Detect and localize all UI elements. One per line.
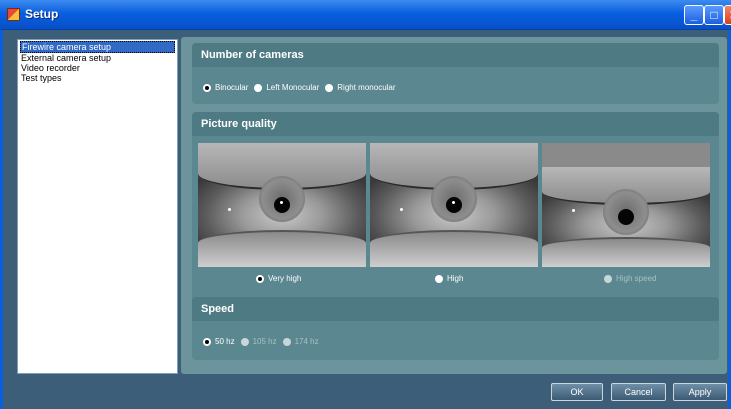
tree-item-test-types[interactable]: Test types xyxy=(20,73,175,83)
ok-button[interactable]: OK xyxy=(551,383,603,401)
binocular-label: Binocular xyxy=(215,83,249,92)
high-preview-image xyxy=(370,143,538,267)
binocular-option[interactable]: Binocular xyxy=(203,83,248,92)
high-radio[interactable] xyxy=(435,274,443,283)
left-monocular-label: Left Monocular xyxy=(266,83,320,92)
app-icon xyxy=(7,8,20,21)
very-high-preview-image xyxy=(198,143,366,267)
speed-174hz-label: 174 hz xyxy=(294,337,319,346)
right-monocular-radio[interactable] xyxy=(325,83,334,92)
tree-item-firewire-camera-setup[interactable]: Firewire camera setup xyxy=(20,41,175,53)
speed-50hz-label: 50 hz xyxy=(215,337,235,346)
quality-group: Picture quality Very high High High spee… xyxy=(192,112,719,322)
right-monocular-label: Right monocular xyxy=(337,83,396,92)
maximize-button[interactable]: □ xyxy=(704,5,724,25)
speed-174hz-radio[interactable] xyxy=(282,337,291,346)
left-monocular-radio[interactable] xyxy=(254,83,263,92)
quality-group-title: Picture quality xyxy=(192,112,719,136)
tree-item-external-camera-setup[interactable]: External camera setup xyxy=(20,53,175,63)
speed-radio-group: 50 hz 105 hz 174 hz xyxy=(203,337,319,346)
apply-button[interactable]: Apply xyxy=(673,383,727,401)
close-button[interactable]: ✕ xyxy=(724,5,731,25)
cameras-group-title: Number of cameras xyxy=(192,43,719,67)
high-speed-radio[interactable] xyxy=(604,274,612,283)
cancel-button[interactable]: Cancel xyxy=(611,383,666,401)
title-bar: Setup _ □ ✕ xyxy=(0,0,731,30)
settings-panel: Number of cameras Binocular Left Monocul… xyxy=(181,37,727,374)
high-label: High xyxy=(447,274,464,283)
speed-105hz-radio[interactable] xyxy=(240,337,249,346)
high-speed-option[interactable]: High speed xyxy=(604,274,656,283)
very-high-label: Very high xyxy=(268,274,302,283)
cameras-group: Number of cameras Binocular Left Monocul… xyxy=(192,43,719,104)
window-title: Setup xyxy=(25,7,59,21)
very-high-option[interactable]: Very high xyxy=(256,274,301,283)
binocular-radio[interactable] xyxy=(203,83,211,92)
speed-105hz-option[interactable]: 105 hz xyxy=(240,337,277,346)
minimize-button[interactable]: _ xyxy=(684,5,704,25)
very-high-radio[interactable] xyxy=(256,274,264,283)
tree-item-video-recorder[interactable]: Video recorder xyxy=(20,63,175,73)
speed-group-title: Speed xyxy=(192,297,719,321)
high-speed-label: High speed xyxy=(616,274,657,283)
right-monocular-option[interactable]: Right monocular xyxy=(325,83,396,92)
minimize-icon: _ xyxy=(690,8,698,22)
maximize-icon: □ xyxy=(710,8,718,22)
speed-105hz-label: 105 hz xyxy=(252,337,277,346)
speed-group: Speed 50 hz 105 hz 174 hz xyxy=(192,297,719,360)
settings-tree[interactable]: Firewire camera setup External camera se… xyxy=(17,39,178,374)
high-speed-preview-image xyxy=(542,143,710,267)
speed-174hz-option[interactable]: 174 hz xyxy=(282,337,319,346)
left-monocular-option[interactable]: Left Monocular xyxy=(254,83,319,92)
speed-50hz-option[interactable]: 50 hz xyxy=(203,337,235,346)
cameras-radio-group: Binocular Left Monocular Right monocular xyxy=(203,83,396,92)
high-option[interactable]: High xyxy=(435,274,463,283)
speed-50hz-radio[interactable] xyxy=(203,337,211,346)
